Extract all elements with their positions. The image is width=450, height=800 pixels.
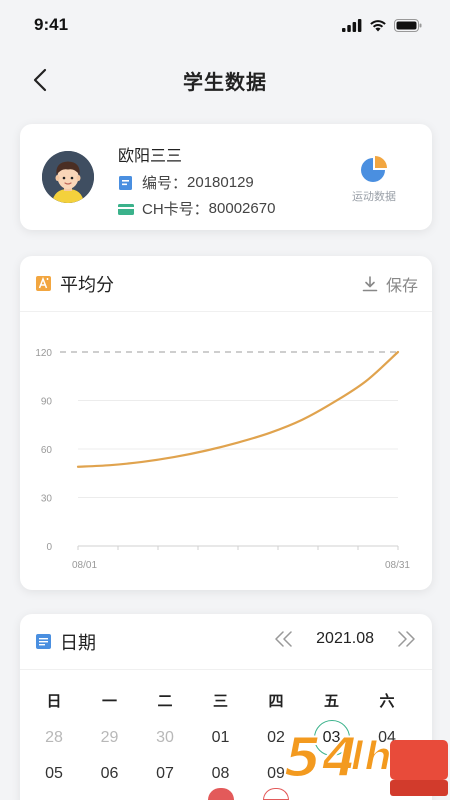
calendar-day[interactable]: 29 <box>92 720 128 756</box>
y-tick-label: 90 <box>41 397 53 408</box>
bank-card-icon <box>118 203 134 215</box>
double-chevron-left-icon <box>275 631 292 647</box>
status-time: 9:41 <box>34 15 69 34</box>
calendar-title: 日期 <box>60 632 96 653</box>
y-tick-label: 120 <box>35 348 52 359</box>
calendar-day[interactable]: 06 <box>92 756 128 792</box>
calendar-day[interactable]: 05 <box>36 756 72 792</box>
weekday-label: 三 <box>212 693 228 710</box>
average-score-title: 平均分 <box>60 274 114 295</box>
sport-data-label: 运动数据 <box>352 191 396 203</box>
month-label: 2021.08 <box>316 630 374 647</box>
x-tick-label: 08/31 <box>385 560 410 571</box>
calendar-day[interactable]: 08 <box>203 756 239 792</box>
svg-text:54: 54 <box>284 726 359 789</box>
student-card-row: CH卡号： 80002670 <box>118 198 275 219</box>
svg-text:lh: lh <box>350 734 392 780</box>
x-tick-label: 08/01 <box>72 560 97 571</box>
student-id-label: 编号： <box>142 175 188 192</box>
save-label: 保存 <box>385 278 418 295</box>
wifi-icon <box>370 19 386 31</box>
status-icons <box>342 18 422 32</box>
chevron-left-icon <box>33 68 47 92</box>
pie-chart-icon <box>361 156 387 182</box>
student-id-row: 编号： 20180129 <box>118 172 254 193</box>
y-tick-label: 30 <box>41 494 53 505</box>
y-tick-label: 60 <box>41 445 53 456</box>
page-title: 学生数据 <box>183 71 267 94</box>
series-line <box>76 350 400 468</box>
student-id-value: 20180129 <box>187 174 254 191</box>
student-name: 欧阳三三 <box>118 148 183 165</box>
avatar <box>42 151 94 203</box>
download-icon <box>362 276 378 292</box>
sport-data-button[interactable]: 运动数据 <box>344 156 404 204</box>
event-marker <box>207 788 234 800</box>
weekday-label: 一 <box>101 693 117 710</box>
average-score-card: 平均分 保存 120 90 60 30 0 08/01 08/31 <box>20 256 432 590</box>
weekday-label: 二 <box>157 693 173 710</box>
average-score-chart: 120 90 60 30 0 08/01 08/31 <box>35 348 410 571</box>
status-bar: 9:41 <box>0 0 450 50</box>
calendar-day[interactable]: 30 <box>147 720 183 756</box>
battery-icon <box>394 18 422 32</box>
back-button[interactable] <box>26 66 54 94</box>
calendar-icon <box>36 634 51 649</box>
student-card: 欧阳三三 编号： 20180129 CH卡号： 80002670 运动数据 <box>20 124 432 230</box>
calendar-day[interactable]: 01 <box>203 720 239 756</box>
month-navigator: 2021.08 <box>274 630 416 648</box>
card-number-label: CH卡号： <box>142 201 209 218</box>
nav-bar: 学生数据 <box>0 56 450 104</box>
id-card-icon <box>119 175 132 190</box>
card-number-value: 80002670 <box>208 200 276 217</box>
calendar-day[interactable]: 07 <box>147 756 183 792</box>
double-chevron-right-icon <box>398 631 415 647</box>
next-month-button[interactable] <box>396 631 416 647</box>
average-score-header: 平均分 保存 <box>20 256 432 312</box>
prev-month-button[interactable] <box>274 631 294 647</box>
weekday-label: 日 <box>46 693 62 710</box>
signal-icon <box>342 18 362 32</box>
save-button[interactable]: 保存 <box>362 272 418 296</box>
calendar-day[interactable]: 28 <box>36 720 72 756</box>
y-tick-label: 0 <box>46 542 52 553</box>
score-icon <box>36 276 51 291</box>
watermark-logo: 54 lh <box>283 725 448 796</box>
